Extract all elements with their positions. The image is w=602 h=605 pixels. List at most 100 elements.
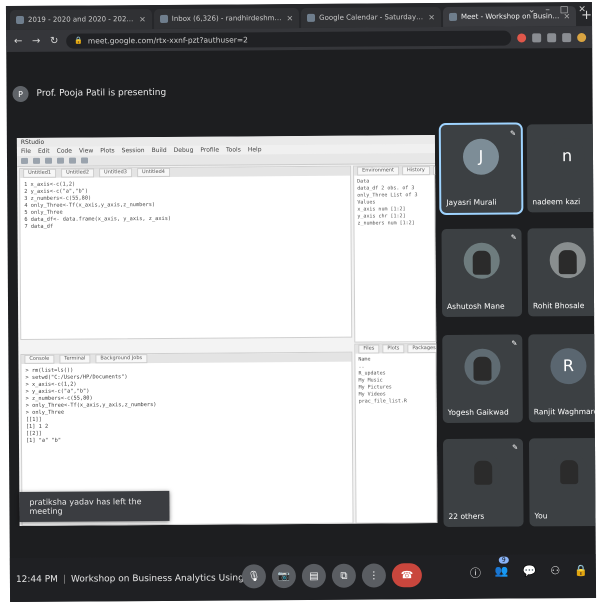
console-tab: Background Jobs [95,354,148,364]
people-icon[interactable]: 👥 9 [495,556,509,581]
tab-label: 2019 - 2020 and 2020 - 2021 - I [27,15,136,24]
rstudio-menu-item: Tools [226,146,241,154]
record-icon[interactable] [517,32,527,42]
tab-label: Inbox (6,326) - randhirdeshmukh [171,14,283,23]
rstudio-environment-pane: EnvironmentHistoryConnections Datadata_d… [353,165,438,343]
mic-muted-icon: ✎ [512,443,519,452]
more-icon[interactable]: ⋮ [361,563,386,588]
mic-muted-icon: ✎ [510,233,517,242]
participant-name: Ranjit Waghmare [533,406,597,417]
browser-tab-3[interactable]: Google Calendar - Saturday, Jul ✕ [301,7,442,28]
forward-icon[interactable]: → [30,35,42,46]
editor-tab: Untitled4 [136,167,170,178]
left-meeting-toast: pratiksha yadav has left the meeting [19,490,170,522]
browser-tab-1[interactable]: 2019 - 2020 and 2020 - 2021 - I ✕ [9,9,152,31]
presenter-avatar-icon: P [12,85,29,103]
avatar: R [550,347,587,384]
lock-icon[interactable]: 🔒 [574,564,588,580]
avatar: J [462,138,500,175]
editor-tab: Untitled3 [98,168,133,178]
participant-tile[interactable]: J ✎ Jayasri Murali [438,122,524,216]
console-tab: Terminal [59,354,91,364]
close-tab-icon[interactable]: ✕ [428,13,435,22]
rstudio-menu-item: View [78,147,94,155]
meet-icon [448,12,457,21]
meeting-title: Workshop on Business Analytics Using R [70,573,253,585]
avatar [549,241,586,278]
captions-icon[interactable]: ▤ [301,563,326,588]
rstudio-menu-item: Help [247,146,262,154]
participant-tile[interactable]: R✎Ranjit Waghmare [528,333,597,423]
rstudio-menu-item: Debug [173,146,194,154]
person-icon [472,250,491,275]
url-text: meet.google.com/rtx-xxnf-pzt?authuser=2 [87,34,248,45]
participant-tile[interactable]: ✎You [528,437,597,527]
meeting-separator: | [62,574,67,585]
close-tab-icon[interactable]: ✕ [139,15,146,24]
presenting-text: Prof. Pooja Patil is presenting [36,87,167,99]
person-icon [558,249,577,274]
files-tab: Plots [382,344,405,354]
print-icon [56,157,65,164]
side-controls: ⓘ 👥 9 💬 ⚇ 🔒 [470,556,588,581]
chat-icon[interactable]: 💬 [523,564,537,580]
open-icon [32,157,41,164]
maximize-icon[interactable]: □ [560,5,569,15]
rstudio-menu-item: Session [121,147,145,155]
addins-icon [80,157,89,164]
install-icon[interactable] [532,32,542,42]
minimize-icon[interactable]: – [545,5,550,15]
participant-tile[interactable]: n✎nadeem kazi [526,123,597,213]
browser-tab-2[interactable]: Inbox (6,326) - randhirdeshmukh ✕ [153,8,300,30]
info-icon[interactable]: ⓘ [470,565,481,581]
person-icon [474,460,493,485]
files-list: Name.. R_updates My Music My Pictures My Vi… [355,353,435,409]
mic-icon[interactable]: 🎙 [241,564,266,589]
participant-name: Ashutosh Mane [447,301,505,311]
activities-icon[interactable]: ⚇ [550,564,560,580]
rstudio-files-pane: FilesPlotsPackagesHelp Name.. R_updatesM… [354,343,438,524]
environment-tab: Connections [432,165,438,176]
present-icon[interactable]: ⧉ [331,563,356,588]
avatar [465,452,502,489]
person-icon [560,459,579,484]
profile-avatar-icon[interactable] [577,32,587,42]
participant-name: nadeem kazi [532,197,581,207]
participant-name: Yogesh Gaikwad [447,407,509,417]
participant-tile[interactable]: ✎Rohit Bhosale [527,227,597,317]
camera-icon[interactable]: 📷 [271,564,296,589]
meeting-time: 12:44 PM [15,574,58,585]
chevron-down-icon[interactable]: ⌄ [528,5,536,15]
browser-window: 2019 - 2020 and 2020 - 2021 - I ✕ Inbox … [5,1,597,603]
avatar [463,242,500,279]
url-field[interactable]: 🔒 meet.google.com/rtx-xxnf-pzt?authuser=… [66,30,512,49]
avatar [464,348,501,385]
tab-label: Google Calendar - Saturday, Jul [319,13,425,22]
star-icon[interactable] [547,32,557,42]
environment-list: Data data_df 2 obs. of 3 only_Three List o… [354,175,434,231]
participant-tile[interactable]: ✎ 22 others [442,438,524,528]
end-call-icon[interactable]: ☎ [391,563,422,588]
rstudio-menu-item: Build [151,146,167,155]
participant-name: Rohit Bhosale [533,301,585,311]
tab-favicon [15,15,25,24]
participant-tile[interactable]: ✎ Yogesh Gaikwad [442,334,523,424]
participant-tile[interactable]: ✎ Ashutosh Mane [441,228,523,318]
environment-item: z_numbers num [1:2] [357,220,415,227]
environment-tabs: EnvironmentHistoryConnections [354,165,438,176]
window-controls: ⌄ – □ ✕ [528,5,586,15]
rstudio-editor: Untitled1 Untitled2 Untitled3 Untitled4 1 x… [19,165,353,340]
close-tab-icon[interactable]: ✕ [286,14,293,23]
reload-icon[interactable]: ↻ [48,35,60,46]
extension-icon[interactable] [562,32,572,42]
back-icon[interactable]: ← [12,35,24,46]
call-controls: 🎙 📷 ▤ ⧉ ⋮ ☎ [241,563,422,589]
files-tab: Packages [407,344,438,354]
close-icon[interactable]: ✕ [578,5,586,15]
mic-muted-icon: ✎ [511,339,518,348]
avatar [551,451,588,488]
participant-name: 22 others [448,511,485,521]
editor-tab: Untitled2 [61,168,95,178]
mic-muted-icon: ✎ [509,129,516,138]
save-icon [44,157,53,164]
